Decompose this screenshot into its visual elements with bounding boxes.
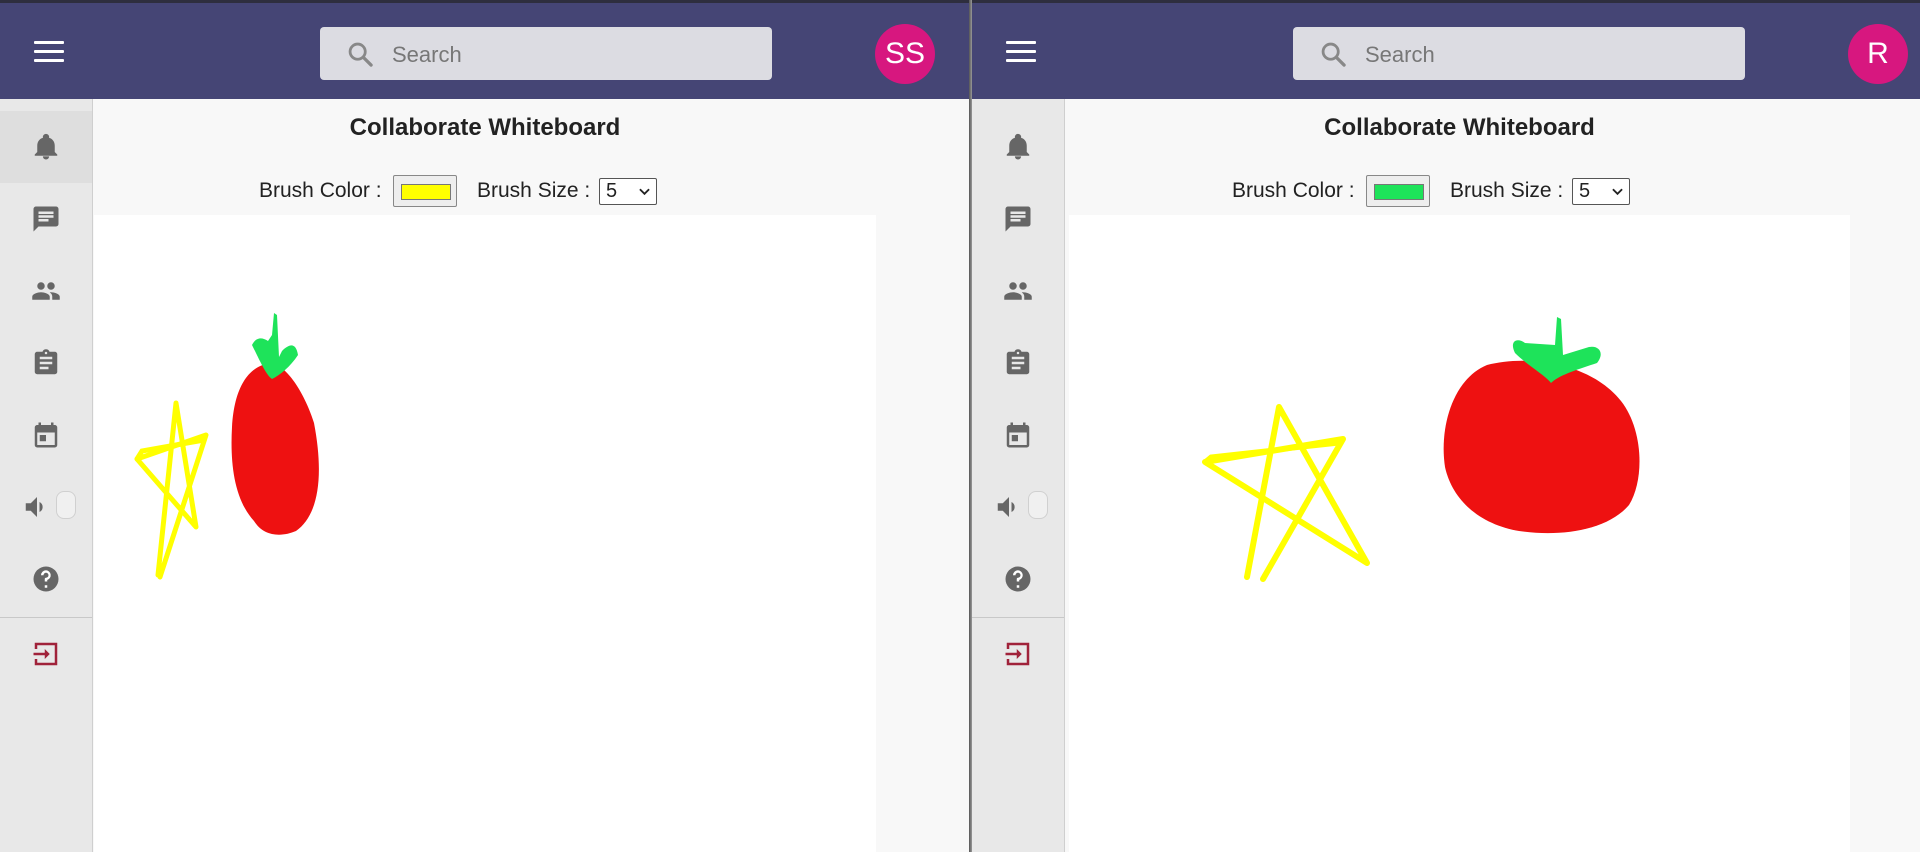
sidebar-people[interactable] xyxy=(0,255,92,327)
menu-icon[interactable] xyxy=(34,41,64,63)
yellow-star-drawing xyxy=(1202,404,1370,582)
volume-icon xyxy=(25,497,43,517)
brush-size-value: 5 xyxy=(606,180,618,202)
top-app-bar: SS xyxy=(0,0,969,99)
menu-icon[interactable] xyxy=(1006,41,1036,63)
user-avatar[interactable]: SS xyxy=(875,24,935,84)
clipboard-icon xyxy=(1006,349,1030,375)
brush-color-label: Brush Color : xyxy=(259,179,382,202)
sidebar-help[interactable] xyxy=(0,543,92,615)
sidebar-tasks[interactable] xyxy=(0,327,92,399)
sidebar xyxy=(972,99,1065,852)
sidebar-notifications[interactable] xyxy=(0,111,92,183)
sidebar-calendar[interactable] xyxy=(972,399,1064,471)
red-tomato-drawing xyxy=(1443,360,1640,534)
volume-icon xyxy=(997,497,1015,517)
sidebar-people[interactable] xyxy=(972,255,1064,327)
brush-controls: Brush Color : Brush Size : 5 xyxy=(259,175,679,207)
top-app-bar: R xyxy=(972,0,1920,99)
people-icon xyxy=(32,282,60,300)
whiteboard-canvas[interactable] xyxy=(94,215,876,852)
sidebar-calendar[interactable] xyxy=(0,399,92,471)
help-icon xyxy=(33,566,59,592)
search-icon xyxy=(348,42,373,67)
whiteboard-canvas[interactable] xyxy=(1069,215,1850,852)
search-input[interactable] xyxy=(390,27,754,82)
brush-color-swatch xyxy=(1374,184,1424,200)
brush-size-select[interactable]: 5 xyxy=(1572,178,1630,205)
brush-color-swatch xyxy=(401,184,451,200)
people-icon xyxy=(1004,282,1032,300)
exit-icon xyxy=(33,642,58,666)
sidebar-notifications[interactable] xyxy=(972,111,1064,183)
sidebar-chat[interactable] xyxy=(972,183,1064,255)
red-tomato-drawing xyxy=(231,363,319,535)
bell-icon xyxy=(1006,133,1030,160)
clipboard-icon xyxy=(34,349,58,375)
brush-size-label: Brush Size : xyxy=(477,179,591,202)
brush-controls: Brush Color : Brush Size : 5 xyxy=(1232,175,1652,207)
brush-color-label: Brush Color : xyxy=(1232,179,1355,202)
brush-color-picker[interactable] xyxy=(393,175,457,207)
exit-icon xyxy=(1005,642,1030,666)
whiteboard-title: Collaborate Whiteboard xyxy=(1324,114,1595,141)
sidebar-logout[interactable] xyxy=(0,618,92,690)
brush-color-picker[interactable] xyxy=(1366,175,1430,207)
search-icon xyxy=(1321,42,1346,67)
right-session-panel: R Collaborate Whiteboard Brush xyxy=(972,0,1920,852)
bell-icon xyxy=(34,133,58,160)
sidebar-help[interactable] xyxy=(972,543,1064,615)
whiteboard-title: Collaborate Whiteboard xyxy=(349,114,621,141)
chat-icon xyxy=(33,206,59,232)
brush-size-label: Brush Size : xyxy=(1450,179,1564,202)
user-avatar[interactable]: R xyxy=(1848,24,1908,84)
sidebar-logout[interactable] xyxy=(972,618,1064,690)
whiteboard-drawing xyxy=(1202,317,1640,582)
sidebar-volume[interactable] xyxy=(0,471,92,543)
left-session-panel: SS Collaborate Whiteboard Brush xyxy=(0,0,969,852)
calendar-icon xyxy=(1006,422,1030,448)
help-icon xyxy=(1005,566,1031,592)
sidebar xyxy=(0,99,93,852)
volume-toggle[interactable] xyxy=(1028,491,1048,519)
search-box[interactable] xyxy=(1293,27,1745,82)
brush-size-select[interactable]: 5 xyxy=(599,178,657,205)
yellow-star-drawing xyxy=(134,400,209,580)
search-box[interactable] xyxy=(320,27,772,82)
sidebar-volume[interactable] xyxy=(972,471,1064,543)
volume-toggle[interactable] xyxy=(56,491,76,519)
sidebar-tasks[interactable] xyxy=(972,327,1064,399)
sidebar-chat[interactable] xyxy=(0,183,92,255)
whiteboard-drawing xyxy=(134,313,319,580)
chevron-down-icon xyxy=(1612,188,1623,196)
calendar-icon xyxy=(34,422,58,448)
chevron-down-icon xyxy=(639,188,650,196)
search-input[interactable] xyxy=(1363,27,1727,82)
brush-size-value: 5 xyxy=(1579,180,1591,202)
chat-icon xyxy=(1005,206,1031,232)
